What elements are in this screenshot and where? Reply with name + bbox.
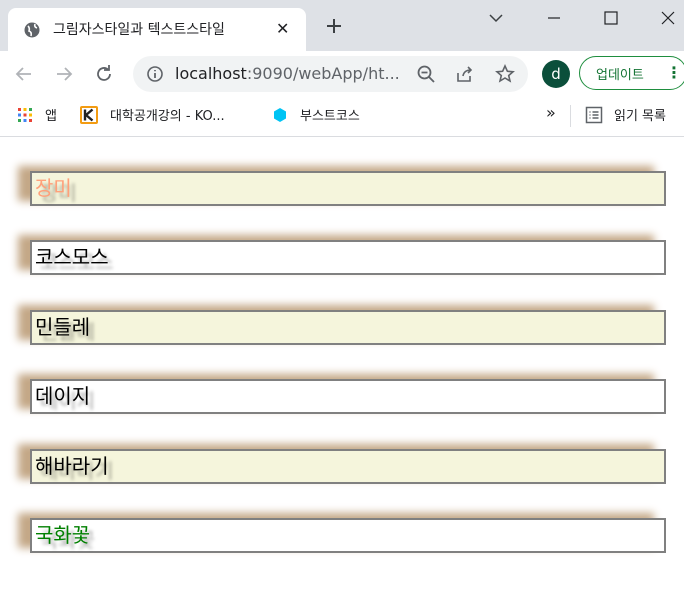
share-icon[interactable] bbox=[455, 64, 475, 84]
update-button-label: 업데이트 bbox=[596, 68, 644, 83]
url-host: localhost bbox=[175, 64, 247, 83]
bookmark-star-icon[interactable] bbox=[495, 64, 515, 84]
page-content: 장미 코스모스 민들레 데이지 해바라기 국화꽃 bbox=[0, 137, 684, 592]
boostcourse-logo-icon bbox=[274, 108, 286, 122]
zoom-icon[interactable] bbox=[416, 64, 436, 84]
browser-toolbar: localhost:9090/webApp/ht... d 업데이트 ⋮ bbox=[0, 51, 684, 97]
bookmarks-overflow-chevron[interactable]: » bbox=[546, 103, 556, 122]
bookmark-boostcourse[interactable]: 부스트코스 bbox=[300, 105, 360, 124]
flower-item: 데이지 bbox=[30, 379, 666, 414]
flower-item: 해바라기 bbox=[30, 449, 666, 484]
address-bar[interactable]: localhost:9090/webApp/ht... bbox=[133, 56, 528, 92]
bookmarks-divider bbox=[570, 105, 571, 127]
url-text[interactable]: localhost:9090/webApp/ht... bbox=[175, 64, 400, 83]
reload-icon[interactable] bbox=[93, 63, 115, 85]
update-button[interactable]: 업데이트 ⋮ bbox=[579, 56, 684, 90]
bookmark-reading-list[interactable]: 읽기 목록 bbox=[614, 105, 666, 124]
info-icon[interactable] bbox=[146, 65, 164, 83]
bookmark-apps[interactable]: 앱 bbox=[45, 105, 57, 124]
flower-item: 국화꽃 bbox=[30, 518, 666, 553]
bookmarks-bar: 앱 대학공개강의 - KO... 부스트코스 » 읽기 목록 bbox=[0, 97, 684, 137]
maximize-icon[interactable] bbox=[601, 8, 621, 28]
new-tab-icon[interactable] bbox=[324, 16, 344, 36]
flower-label: 민들레 bbox=[35, 315, 91, 339]
profile-avatar[interactable]: d bbox=[542, 60, 570, 88]
tab-strip: 그림자스타일과 텍스트스타일 ✕ bbox=[0, 0, 684, 51]
flower-label: 코스모스 bbox=[35, 245, 109, 269]
minimize-icon[interactable] bbox=[544, 8, 564, 28]
url-path: :9090/webApp/ht... bbox=[246, 64, 400, 83]
flower-label: 해바라기 bbox=[35, 454, 109, 478]
flower-label: 장미 bbox=[35, 176, 72, 200]
flower-item: 장미 bbox=[30, 171, 666, 206]
apps-grid-icon[interactable] bbox=[17, 107, 33, 123]
forward-arrow-icon[interactable] bbox=[53, 63, 75, 85]
tab-search-chevron-icon[interactable] bbox=[486, 8, 506, 28]
bookmark-kocw[interactable]: 대학공개강의 - KO... bbox=[110, 105, 225, 124]
menu-dots-icon[interactable]: ⋮ bbox=[666, 63, 682, 82]
close-window-icon[interactable] bbox=[658, 8, 678, 28]
kocw-logo-icon bbox=[80, 106, 98, 124]
flower-label: 국화꽃 bbox=[35, 523, 91, 547]
flower-label: 데이지 bbox=[35, 384, 91, 408]
flower-item: 민들레 bbox=[30, 310, 666, 345]
tab-title: 그림자스타일과 텍스트스타일 bbox=[53, 22, 225, 38]
tab-close-button[interactable]: ✕ bbox=[276, 19, 289, 38]
globe-icon bbox=[24, 22, 40, 38]
active-tab[interactable]: 그림자스타일과 텍스트스타일 ✕ bbox=[8, 8, 306, 51]
reading-list-icon[interactable] bbox=[585, 106, 603, 124]
back-arrow-icon[interactable] bbox=[13, 63, 35, 85]
flower-item: 코스모스 bbox=[30, 240, 666, 275]
